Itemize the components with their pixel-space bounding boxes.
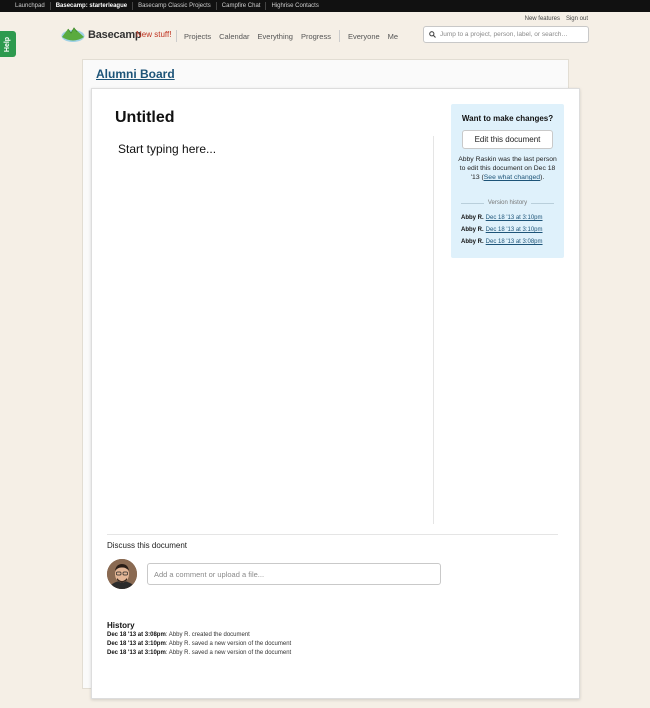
version-item: Abby R. Dec 18 '13 at 3:08pm [461, 236, 543, 248]
history-text: : Abby R. created the document [165, 632, 250, 638]
version-history-title: Version history [487, 200, 528, 206]
history-text: : Abby R. saved a new version of the doc… [165, 650, 292, 656]
topbar-link-launchpad[interactable]: Launchpad [15, 2, 51, 10]
see-what-changed-link[interactable]: See what changed [484, 174, 540, 181]
version-history-rule [461, 202, 484, 204]
history-text: : Abby R. saved a new version of the doc… [165, 641, 292, 647]
nav-calendar[interactable]: Calendar [219, 32, 249, 41]
version-history-rule [531, 202, 555, 204]
basecamp-logo[interactable] [61, 24, 85, 42]
last-edit-note: Abby Raskin was the last person to edit … [457, 155, 558, 182]
search-input[interactable] [440, 31, 585, 38]
history-time: Dec 18 '13 at 3:08pm [107, 632, 166, 638]
edit-document-button[interactable]: Edit this document [462, 130, 553, 149]
history-item: Dec 18 '13 at 3:08pm: Abby R. created th… [107, 631, 291, 640]
nav-divider [176, 30, 177, 42]
comment-input[interactable] [154, 569, 434, 579]
history-time: Dec 18 '13 at 3:10pm [107, 650, 166, 656]
version-history-list: Abby R. Dec 18 '13 at 3:10pm Abby R. Dec 1… [461, 212, 543, 248]
topbar-link-highrise[interactable]: Highrise Contacts [266, 2, 323, 10]
history-heading: History [107, 621, 135, 630]
user-avatar-image [107, 559, 137, 589]
version-item: Abby R. Dec 18 '13 at 3:10pm [461, 224, 543, 236]
project-title-link[interactable]: Alumni Board [96, 67, 175, 81]
topbar-link-campfire[interactable]: Campfire Chat [217, 2, 267, 10]
topbar-link-basecamp-current[interactable]: Basecamp: starterleague [51, 2, 134, 10]
version-history-label: Version history [461, 200, 555, 206]
sign-out-link[interactable]: Sign out [566, 16, 588, 22]
brand-name[interactable]: Basecamp [88, 29, 142, 41]
new-stuff-link[interactable]: New stuff! [136, 30, 171, 39]
edit-panel: Want to make changes? Edit this document… [451, 104, 564, 258]
section-divider [107, 534, 558, 535]
version-item: Abby R. Dec 18 '13 at 3:10pm [461, 212, 543, 224]
search-icon [429, 31, 436, 38]
edit-panel-heading: Want to make changes? [461, 114, 554, 123]
version-author: Abby R. [461, 239, 484, 245]
search-box[interactable] [423, 26, 589, 43]
nav-me[interactable]: Me [388, 32, 398, 41]
nav-projects[interactable]: Projects [184, 32, 211, 41]
topbar-link-basecamp-classic[interactable]: Basecamp Classic Projects [133, 2, 217, 10]
document-title[interactable]: Untitled [115, 109, 175, 127]
new-features-link[interactable]: New features [525, 16, 560, 22]
nav-divider [338, 30, 340, 42]
version-author: Abby R. [461, 227, 484, 233]
column-divider [433, 136, 434, 524]
document-body-editor[interactable]: Start typing here... [118, 142, 216, 156]
version-link[interactable]: Dec 18 '13 at 3:10pm [486, 215, 543, 221]
comment-field[interactable] [147, 563, 441, 585]
last-edit-suffix: ). [540, 174, 545, 181]
version-author: Abby R. [461, 215, 484, 221]
nav-progress[interactable]: Progress [301, 32, 331, 41]
main-nav: Projects Calendar Everything Progress Ev… [176, 30, 406, 42]
history-item: Dec 18 '13 at 3:10pm: Abby R. saved a ne… [107, 649, 291, 658]
history-item: Dec 18 '13 at 3:10pm: Abby R. saved a ne… [107, 640, 291, 649]
account-links: New features Sign out [525, 16, 588, 22]
history-time: Dec 18 '13 at 3:10pm [107, 641, 166, 647]
global-app-bar: Launchpad Basecamp: starterleague Baseca… [0, 0, 650, 12]
nav-everyone[interactable]: Everyone [348, 32, 380, 41]
version-link[interactable]: Dec 18 '13 at 3:08pm [486, 239, 543, 245]
help-tab[interactable]: Help [0, 31, 16, 57]
avatar [107, 559, 137, 589]
nav-everything[interactable]: Everything [258, 32, 293, 41]
help-tab-label: Help [4, 36, 12, 52]
version-link[interactable]: Dec 18 '13 at 3:10pm [486, 227, 543, 233]
history-list: Dec 18 '13 at 3:08pm: Abby R. created th… [107, 631, 291, 658]
discuss-heading: Discuss this document [107, 541, 188, 550]
